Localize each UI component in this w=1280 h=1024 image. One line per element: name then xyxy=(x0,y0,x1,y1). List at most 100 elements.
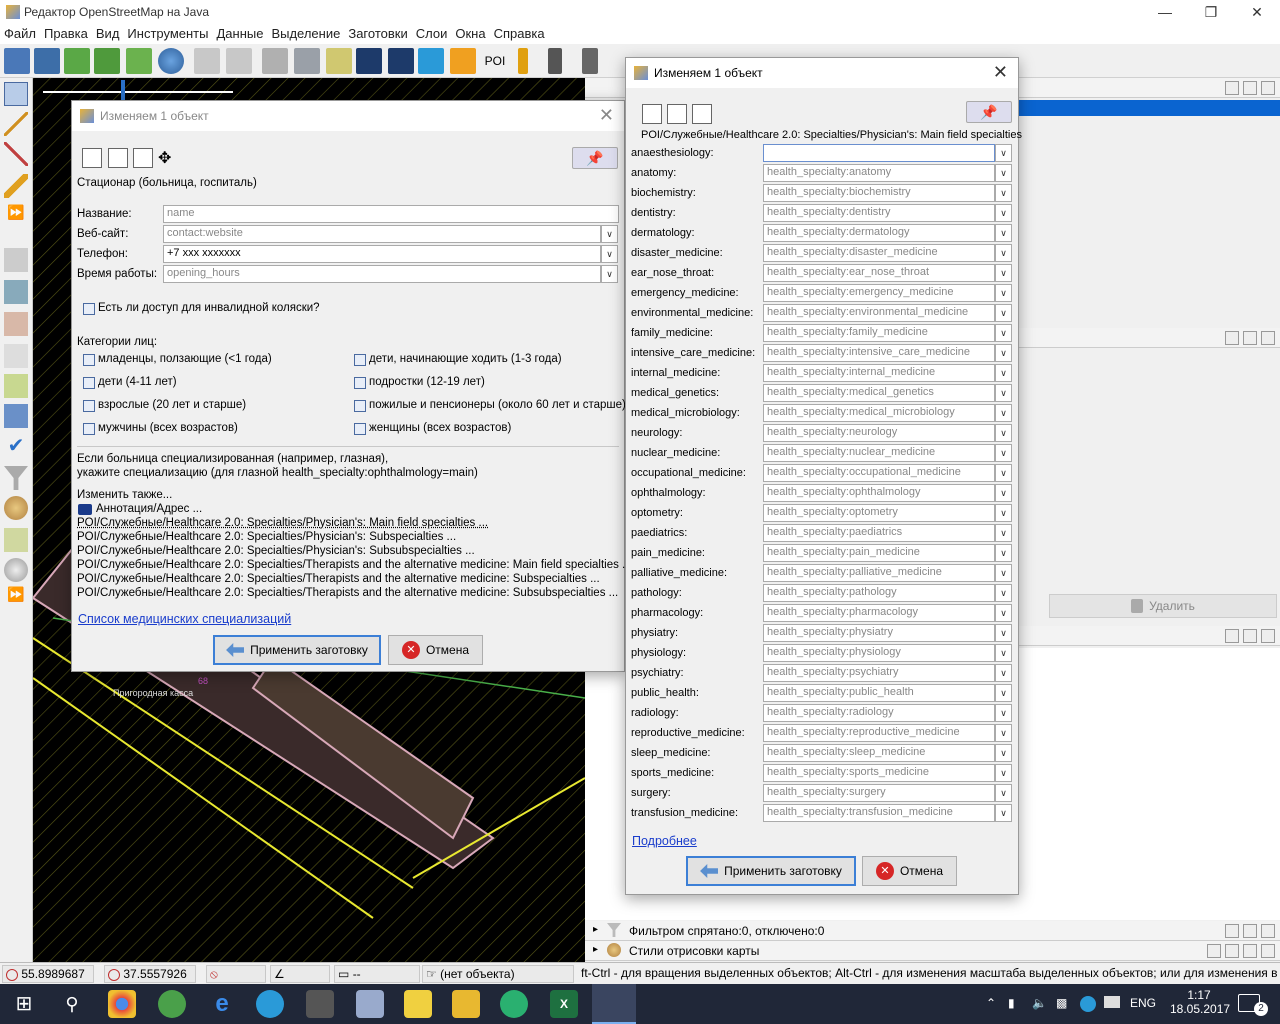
specialty-input[interactable]: health_specialty:neurology xyxy=(763,424,995,442)
styles-panel-header[interactable]: ▸ Стили отрисовки карты xyxy=(585,941,1280,961)
specialty-dropdown-icon[interactable]: ∨ xyxy=(995,604,1012,622)
category-checkbox[interactable] xyxy=(83,354,95,366)
specialty-input[interactable]: health_specialty:psychiatry xyxy=(763,664,995,682)
windows-start-icon[interactable]: ⊞ xyxy=(10,990,38,1018)
shell-app-icon[interactable] xyxy=(356,990,384,1018)
specialty-input[interactable]: health_specialty:physiatry xyxy=(763,624,995,642)
specialty-input[interactable]: health_specialty:pathology xyxy=(763,584,995,602)
preferences-icon[interactable] xyxy=(262,48,288,74)
edge-icon[interactable]: e xyxy=(208,990,236,1018)
relation-icon[interactable] xyxy=(4,312,28,336)
panel-close-icon[interactable] xyxy=(1261,629,1275,643)
specialty-input[interactable]: health_specialty:dentistry xyxy=(763,204,995,222)
specialty-dropdown-icon[interactable]: ∨ xyxy=(995,344,1012,362)
hours-input[interactable]: opening_hours xyxy=(163,265,601,283)
tray-battery-icon[interactable]: ▮ xyxy=(1008,996,1015,1010)
chrome-icon[interactable] xyxy=(108,990,136,1018)
cube-icon[interactable] xyxy=(418,48,444,74)
expand-icon[interactable]: ▸ xyxy=(593,924,598,935)
specialty-dropdown-icon[interactable]: ∨ xyxy=(995,244,1012,262)
explorer-icon[interactable] xyxy=(452,990,480,1018)
specialty-input[interactable] xyxy=(763,144,995,162)
panel-hide-icon[interactable] xyxy=(1225,81,1239,95)
specialty-input[interactable]: health_specialty:sports_medicine xyxy=(763,764,995,782)
menu-edit[interactable]: Правка xyxy=(40,24,92,43)
panel-detach-icon[interactable] xyxy=(1243,81,1257,95)
search-icon[interactable]: ⚲ xyxy=(58,990,86,1018)
specialty-input[interactable]: health_specialty:biochemistry xyxy=(763,184,995,202)
also-item-address[interactable]: Аннотация/Адрес ... xyxy=(96,503,202,515)
category-checkbox[interactable] xyxy=(354,377,366,389)
specialty-input[interactable]: health_specialty:occupational_medicine xyxy=(763,464,995,482)
josm-taskbar-button[interactable] xyxy=(592,984,636,1024)
specialty-dropdown-icon[interactable]: ∨ xyxy=(995,524,1012,542)
menu-data[interactable]: Данные xyxy=(212,24,267,43)
video-app-icon[interactable] xyxy=(306,990,334,1018)
save-icon[interactable] xyxy=(34,48,60,74)
category-checkbox[interactable] xyxy=(83,377,95,389)
dialog-close-button[interactable]: ✕ xyxy=(993,62,1008,83)
poi-button[interactable]: POI xyxy=(482,48,508,74)
panel-detach-icon[interactable] xyxy=(1243,924,1257,938)
specialty-input[interactable]: health_specialty:medical_genetics xyxy=(763,384,995,402)
specialty-dropdown-icon[interactable]: ∨ xyxy=(995,424,1012,442)
website-dropdown-icon[interactable]: ∨ xyxy=(601,225,618,243)
specialty-dropdown-icon[interactable]: ∨ xyxy=(995,584,1012,602)
tray-volume-icon[interactable]: 🔈 xyxy=(1032,996,1047,1010)
panel-hide-icon[interactable] xyxy=(1225,331,1239,345)
crossing-icon[interactable] xyxy=(548,48,562,74)
specialty-input[interactable]: health_specialty:internal_medicine xyxy=(763,364,995,382)
specialty-dropdown-icon[interactable]: ∨ xyxy=(995,624,1012,642)
maximize-button[interactable]: ❐ xyxy=(1188,0,1234,24)
specialty-input[interactable]: health_specialty:paediatrics xyxy=(763,524,995,542)
panel-close-icon[interactable] xyxy=(1261,331,1275,345)
layers-icon[interactable] xyxy=(4,248,28,272)
dialog-close-button[interactable]: ✕ xyxy=(599,105,614,126)
phone-input[interactable]: +7 xxx xxxxxxx xyxy=(163,245,601,263)
panel-detach-icon[interactable] xyxy=(1243,331,1257,345)
specialty-input[interactable]: health_specialty:emergency_medicine xyxy=(763,284,995,302)
specialty-dropdown-icon[interactable]: ∨ xyxy=(995,464,1012,482)
palette-icon[interactable] xyxy=(4,496,28,520)
specialty-dropdown-icon[interactable]: ∨ xyxy=(995,164,1012,182)
undo-icon[interactable] xyxy=(194,48,220,74)
specialty-input[interactable]: health_specialty:medical_microbiology xyxy=(763,404,995,422)
panel-hide-icon[interactable] xyxy=(1225,629,1239,643)
also-item-preset[interactable]: POI/Служебные/Healthcare 2.0: Specialtie… xyxy=(77,531,456,543)
notes-app-icon[interactable] xyxy=(404,990,432,1018)
specialty-input[interactable]: health_specialty:disaster_medicine xyxy=(763,244,995,262)
also-item-preset[interactable]: POI/Служебные/Healthcare 2.0: Specialtie… xyxy=(77,559,632,571)
language-indicator[interactable]: ENG xyxy=(1130,996,1156,1010)
cancel-button[interactable]: ✕ Отмена xyxy=(388,635,483,665)
specialty-dropdown-icon[interactable]: ∨ xyxy=(995,184,1012,202)
tray-chevron-icon[interactable]: ⌃ xyxy=(986,996,996,1010)
name-input[interactable]: name xyxy=(163,205,619,223)
specialty-input[interactable]: health_specialty:pharmacology xyxy=(763,604,995,622)
expand-icon[interactable]: ▸ xyxy=(593,944,598,955)
clock[interactable]: 1:17 18.05.2017 xyxy=(1170,988,1230,1016)
specialty-input[interactable]: health_specialty:physiology xyxy=(763,644,995,662)
pin-button[interactable]: 📌 xyxy=(966,101,1012,123)
history-icon[interactable] xyxy=(4,344,28,368)
specialty-dropdown-icon[interactable]: ∨ xyxy=(995,764,1012,782)
specialty-input[interactable]: health_specialty:public_health xyxy=(763,684,995,702)
specialty-dropdown-icon[interactable]: ∨ xyxy=(995,804,1012,822)
specialty-dropdown-icon[interactable]: ∨ xyxy=(995,304,1012,322)
telegram-icon[interactable] xyxy=(256,990,284,1018)
specialty-input[interactable]: health_specialty:nuclear_medicine xyxy=(763,444,995,462)
specialty-input[interactable]: health_specialty:ear_nose_throat xyxy=(763,264,995,282)
download-region-icon[interactable] xyxy=(94,48,120,74)
specialty-dropdown-icon[interactable]: ∨ xyxy=(995,384,1012,402)
panel-close-icon[interactable] xyxy=(1261,81,1275,95)
pencil-icon[interactable] xyxy=(4,174,28,198)
specialty-input[interactable]: health_specialty:ophthalmology xyxy=(763,484,995,502)
category-checkbox[interactable] xyxy=(83,400,95,412)
tags-icon[interactable] xyxy=(4,280,28,304)
specialty-dropdown-icon[interactable]: ∨ xyxy=(995,144,1012,162)
tray-keyboard-icon[interactable] xyxy=(1104,996,1120,1008)
specialties-link[interactable]: Список медицинских специализаций xyxy=(78,612,291,626)
cancel-button[interactable]: ✕ Отмена xyxy=(862,856,957,886)
specialty-dropdown-icon[interactable]: ∨ xyxy=(995,784,1012,802)
menu-selection[interactable]: Выделение xyxy=(267,24,344,43)
specialty-dropdown-icon[interactable]: ∨ xyxy=(995,704,1012,722)
